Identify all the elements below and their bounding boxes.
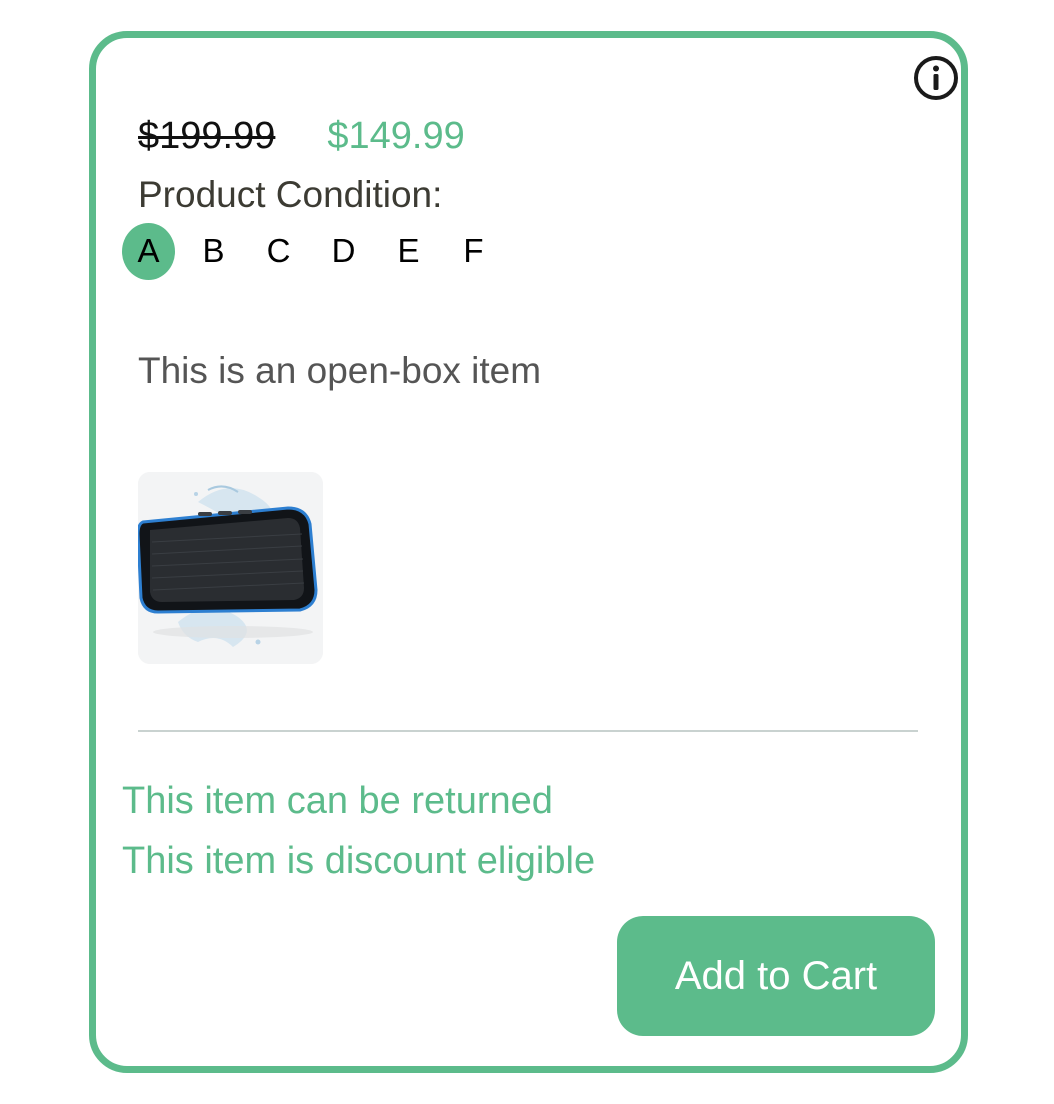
condition-label: Product Condition:	[138, 174, 443, 215]
condition-option-a[interactable]: A	[122, 222, 175, 280]
price-row: $199.99 $149.99	[138, 110, 465, 162]
return-policy-note: This item can be returned	[122, 780, 553, 822]
divider	[138, 730, 918, 732]
condition-option-e[interactable]: E	[382, 223, 435, 280]
product-image	[138, 472, 323, 664]
condition-option-c[interactable]: C	[252, 223, 305, 280]
condition-option-b[interactable]: B	[187, 223, 240, 280]
condition-option-d[interactable]: D	[317, 223, 370, 280]
product-card: $199.99 $149.99 Product Condition: A B C…	[89, 31, 968, 1073]
info-icon[interactable]	[913, 55, 959, 101]
add-to-cart-button[interactable]: Add to Cart	[617, 916, 935, 1036]
bluetooth-speaker-image	[138, 472, 323, 664]
condition-description: This is an open-box item	[138, 350, 542, 391]
condition-selector: A B C D E F	[122, 221, 512, 281]
condition-option-f[interactable]: F	[447, 223, 500, 280]
discount-eligibility-note: This item is discount eligible	[122, 840, 596, 882]
original-price: $199.99	[138, 114, 276, 157]
sale-price: $149.99	[327, 114, 465, 157]
